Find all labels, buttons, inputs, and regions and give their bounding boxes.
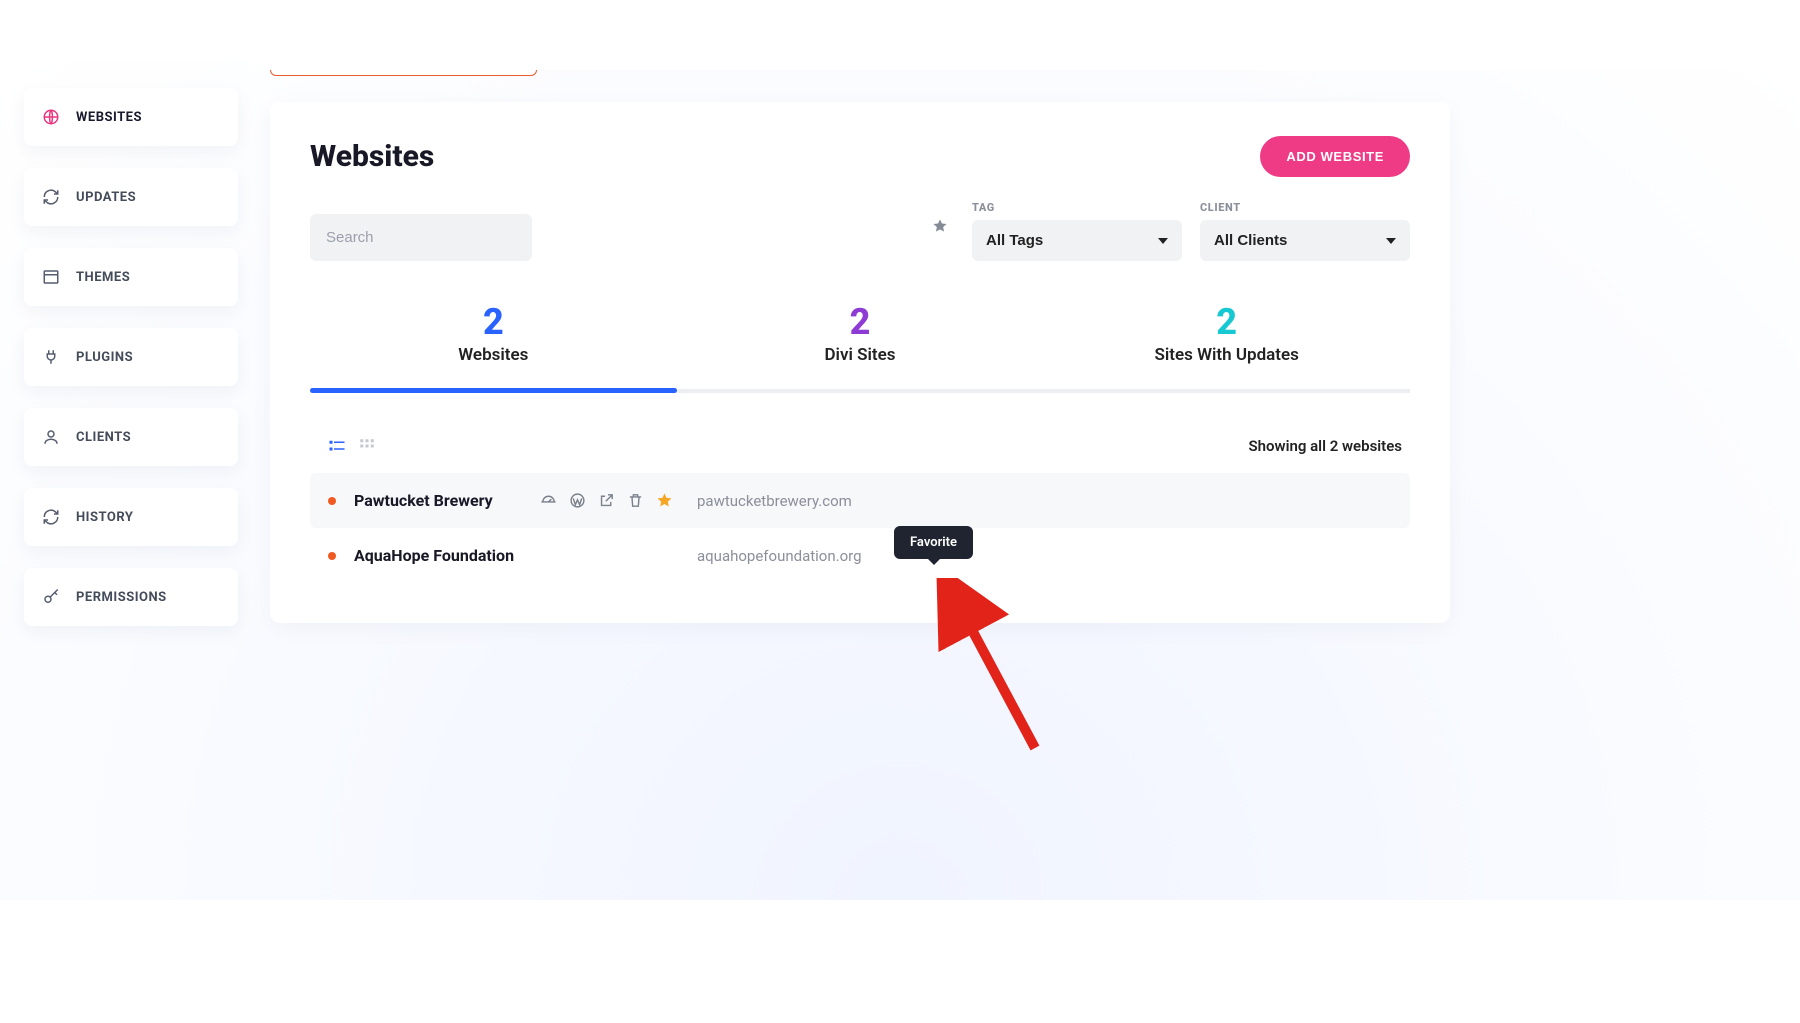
- list-header: Showing all 2 websites: [310, 437, 1410, 455]
- key-icon: [42, 588, 60, 606]
- site-row[interactable]: Pawtucket Brewery pawtucketbrewery.com: [310, 473, 1410, 528]
- wordpress-icon[interactable]: [569, 492, 586, 509]
- page-title: Websites: [310, 139, 434, 174]
- plug-icon: [42, 348, 60, 366]
- stat-divi-sites[interactable]: 2 Divi Sites: [677, 301, 1044, 389]
- filter-bar: TAG All Tags CLIENT All Clients: [310, 201, 1410, 261]
- sidebar-item-updates[interactable]: UPDATES: [24, 168, 238, 226]
- sidebar-item-label: PERMISSIONS: [76, 590, 167, 605]
- sidebar-item-clients[interactable]: CLIENTS: [24, 408, 238, 466]
- sidebar-item-label: CLIENTS: [76, 430, 131, 445]
- stat-value: 2: [1043, 301, 1410, 343]
- external-link-icon[interactable]: [598, 492, 615, 509]
- client-filter-label: CLIENT: [1200, 201, 1410, 214]
- stat-label: Sites With Updates: [1043, 345, 1410, 365]
- row-actions: [540, 492, 673, 509]
- tag-filter-label: TAG: [972, 201, 1182, 214]
- site-url: pawtucketbrewery.com: [697, 492, 852, 510]
- result-count: Showing all 2 websites: [1248, 437, 1402, 455]
- status-dot-icon: [328, 497, 336, 505]
- stat-sites-updates[interactable]: 2 Sites With Updates: [1043, 301, 1410, 389]
- websites-card: Websites ADD WEBSITE TAG All Tags: [270, 102, 1450, 623]
- stat-label: Websites: [310, 345, 677, 365]
- sidebar-item-label: UPDATES: [76, 190, 136, 205]
- favorite-tooltip: Favorite: [894, 526, 973, 559]
- layout-icon: [42, 268, 60, 286]
- star-icon[interactable]: [656, 492, 673, 509]
- list-view-icon[interactable]: [328, 437, 346, 455]
- active-tab-indicator: [310, 388, 677, 393]
- stat-value: 2: [677, 301, 1044, 343]
- stats-tabs: 2 Websites 2 Divi Sites 2 Sites With Upd…: [310, 301, 1410, 393]
- sidebar-item-label: PLUGINS: [76, 350, 133, 365]
- site-name: Pawtucket Brewery: [354, 491, 534, 510]
- card-header: Websites ADD WEBSITE: [310, 136, 1410, 177]
- sidebar-item-themes[interactable]: THEMES: [24, 248, 238, 306]
- star-filter-icon[interactable]: [932, 218, 948, 234]
- grid-view-icon[interactable]: [358, 437, 376, 455]
- tag-filter: TAG All Tags: [972, 201, 1182, 261]
- client-select[interactable]: All Clients: [1200, 220, 1410, 261]
- sidebar-item-label: THEMES: [76, 270, 130, 285]
- sidebar-item-label: HISTORY: [76, 510, 133, 525]
- site-name: AquaHope Foundation: [354, 546, 534, 565]
- dashboard-icon[interactable]: [540, 492, 557, 509]
- search-input[interactable]: [310, 214, 532, 261]
- sidebar-item-permissions[interactable]: PERMISSIONS: [24, 568, 238, 626]
- stat-value: 2: [310, 301, 677, 343]
- trash-icon[interactable]: [627, 492, 644, 509]
- alert-crop-mask: [250, 18, 1800, 70]
- client-filter: CLIENT All Clients: [1200, 201, 1410, 261]
- sidebar: WEBSITES UPDATES THEMES PLUGINS CLIENTS: [24, 88, 238, 626]
- sidebar-item-websites[interactable]: WEBSITES: [24, 88, 238, 146]
- sidebar-item-plugins[interactable]: PLUGINS: [24, 328, 238, 386]
- add-website-button[interactable]: ADD WEBSITE: [1260, 136, 1410, 177]
- refresh-icon: [42, 508, 60, 526]
- refresh-icon: [42, 188, 60, 206]
- stat-label: Divi Sites: [677, 345, 1044, 365]
- person-icon: [42, 428, 60, 446]
- tag-select[interactable]: All Tags: [972, 220, 1182, 261]
- status-dot-icon: [328, 552, 336, 560]
- site-row[interactable]: AquaHope Foundation aquahopefoundation.o…: [310, 528, 1410, 583]
- main-content: Enable TWO Factor Authentication Website…: [270, 48, 1450, 1023]
- tooltip-label: Favorite: [910, 535, 957, 550]
- stat-websites[interactable]: 2 Websites: [310, 301, 677, 389]
- sidebar-item-history[interactable]: HISTORY: [24, 488, 238, 546]
- globe-icon: [42, 108, 60, 126]
- view-toggle-group: [328, 437, 376, 455]
- site-url: aquahopefoundation.org: [697, 547, 862, 565]
- sidebar-item-label: WEBSITES: [76, 110, 142, 125]
